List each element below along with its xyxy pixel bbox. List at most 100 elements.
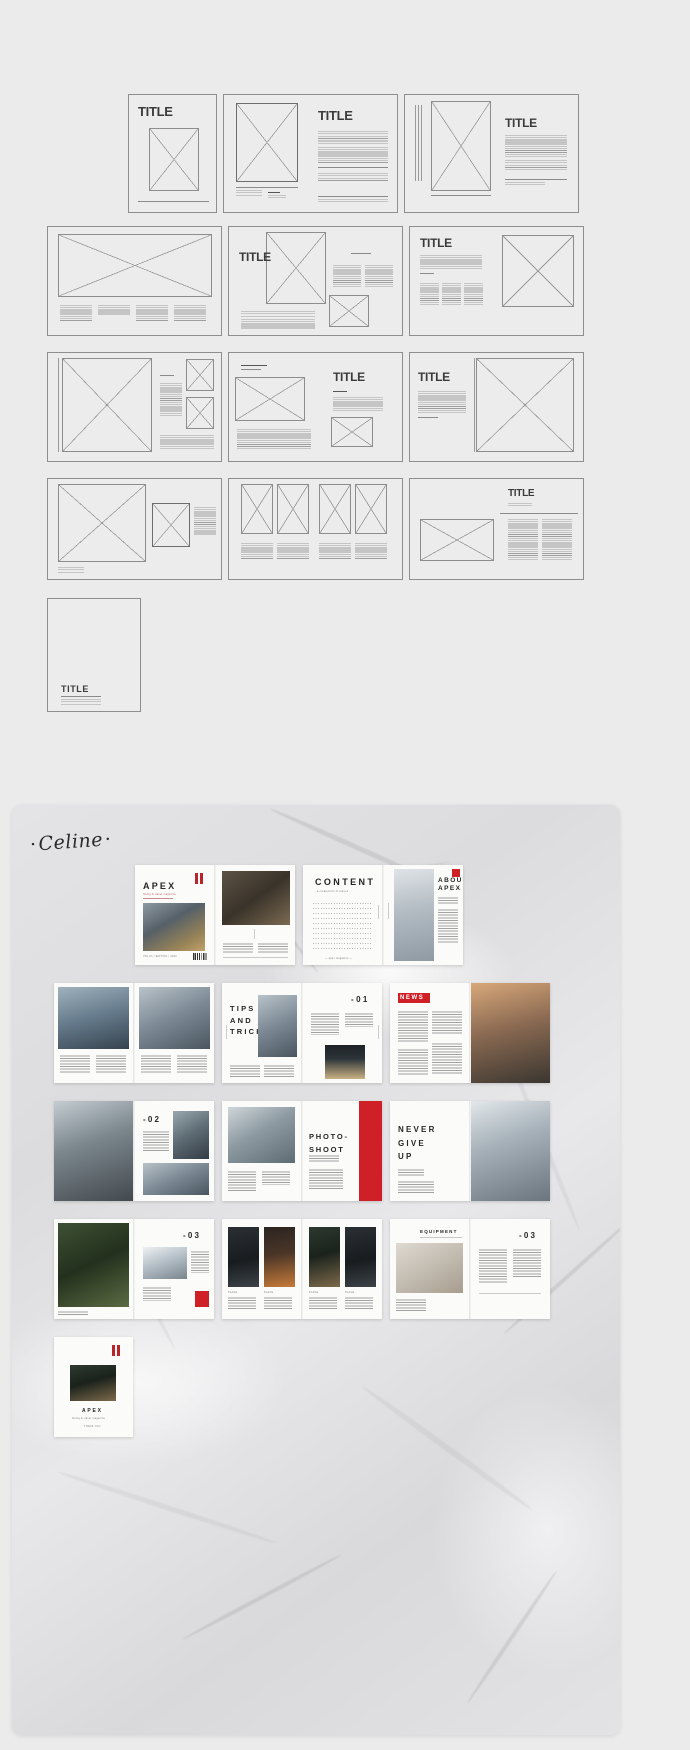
wireframe-grid-section: TITLE TITLE TITLE TITLE TITLE TITLE TITL… (0, 0, 690, 790)
image-placeholder (62, 358, 152, 452)
toc-item[interactable] (313, 923, 373, 924)
red-mark (195, 873, 198, 884)
wireframe-title-6: TITLE (420, 236, 452, 250)
red-mark (117, 1345, 120, 1356)
tips-number: -01 (351, 995, 370, 1004)
red-mark (200, 873, 203, 884)
toc-item[interactable] (313, 918, 373, 919)
back-cover-headline: APEX (82, 1408, 103, 1414)
image-placeholder (420, 519, 494, 561)
wireframe-title-2: TITLE (318, 108, 353, 123)
wireframe-card-2[interactable]: TITLE (223, 94, 398, 213)
wireframe-card-9[interactable]: TITLE (409, 352, 584, 462)
back-cover-image (70, 1365, 116, 1401)
spread-row-1: APEX hiking & travel magazine VOL 01 / E… (135, 865, 471, 965)
cover-spread[interactable]: APEX hiking & travel magazine VOL 01 / E… (135, 865, 295, 965)
toc-item[interactable] (313, 913, 373, 914)
river-image (228, 1107, 295, 1163)
content-spread[interactable]: CONTENT a curated list of stories — apex… (303, 865, 463, 965)
wireframe-card-1[interactable]: TITLE (128, 94, 217, 213)
image-placeholder (319, 484, 351, 534)
marble-vein (465, 1569, 559, 1705)
content-subtitle: a curated list of stories (317, 890, 349, 893)
table-of-contents-page[interactable]: CONTENT a curated list of stories — apex… (303, 865, 382, 965)
wireframe-card-7[interactable] (47, 352, 222, 462)
train-text-page[interactable]: -02 (135, 1101, 214, 1201)
gallery-spread[interactable]: PLACE PLACE PLACE PLACE (222, 1219, 382, 1319)
wireframe-row-2: TITLE TITLE (47, 226, 584, 336)
toc-item[interactable] (313, 933, 373, 934)
toc-item[interactable] (313, 948, 373, 949)
never-give-up-page[interactable]: NEVER GIVE UP (390, 1101, 469, 1201)
gallery-right-page[interactable]: PLACE PLACE (303, 1219, 382, 1319)
toc-item[interactable] (313, 903, 373, 904)
wireframe-card-5[interactable]: TITLE (228, 226, 403, 336)
woods-photo-page[interactable] (54, 1219, 133, 1319)
equipment-text-page[interactable]: -03 (471, 1219, 550, 1319)
wireframe-card-6[interactable]: TITLE (409, 226, 584, 336)
toc-item[interactable] (313, 943, 373, 944)
image-placeholder (236, 103, 298, 182)
equipment-spread[interactable]: EQUIPMENT -03 (390, 1219, 550, 1319)
wireframe-row-3: TITLE TITLE (47, 352, 584, 462)
sunset-image (471, 983, 550, 1083)
gallery-image (264, 1227, 295, 1287)
river-photo-page[interactable] (222, 1101, 301, 1201)
never-give-up-headline: NEVER GIVE UP (398, 1125, 437, 1162)
back-cover-subtitle: hiking & travel magazine (72, 1417, 106, 1420)
tips-cover-page[interactable]: TIPS AND TRICK (222, 983, 301, 1083)
wireframe-card-4[interactable] (47, 226, 222, 336)
cover-subtitle: hiking & travel magazine (143, 893, 177, 896)
photoshoot-spread[interactable]: PHOTO- SHOOT (222, 1101, 382, 1201)
image-placeholder (241, 484, 273, 534)
lake-photo-page[interactable] (54, 983, 133, 1083)
marble-mockup-section: Celine APEX hiking & travel magazine VOL… (0, 790, 690, 1750)
image-placeholder (277, 484, 309, 534)
news-spread[interactable]: NEWS (390, 983, 550, 1083)
lake-text-page[interactable] (135, 983, 214, 1083)
toc-item[interactable] (313, 928, 373, 929)
tips-spread[interactable]: TIPS AND TRICK -01 (222, 983, 382, 1083)
wireframe-title-12: TITLE (508, 488, 535, 499)
never-give-up-spread[interactable]: NEVER GIVE UP (390, 1101, 550, 1201)
intro-image (222, 871, 290, 925)
gallery-image (345, 1227, 376, 1287)
wireframe-card-12[interactable]: TITLE (409, 478, 584, 580)
red-square (195, 1291, 209, 1307)
photoshoot-title-page[interactable]: PHOTO- SHOOT (303, 1101, 382, 1201)
lake-spread[interactable] (54, 983, 214, 1083)
wireframe-card-3[interactable]: TITLE (404, 94, 579, 213)
woods-spread[interactable]: -03 (54, 1219, 214, 1319)
about-image (394, 869, 434, 961)
train-spread[interactable]: -02 (54, 1101, 214, 1201)
intro-photo-page[interactable] (216, 865, 295, 965)
wireframe-card-10[interactable] (47, 478, 222, 580)
image-placeholder (355, 484, 387, 534)
gallery-image (309, 1227, 340, 1287)
climber-photo-page[interactable] (471, 1101, 550, 1201)
about-page[interactable]: ABOUT APEX (384, 865, 463, 965)
gallery-left-page[interactable]: PLACE PLACE (222, 1219, 301, 1319)
cover-page[interactable]: APEX hiking & travel magazine VOL 01 / E… (135, 865, 214, 965)
news-photo-page[interactable] (471, 983, 550, 1083)
toc-item[interactable] (313, 938, 373, 939)
equipment-photo-page[interactable]: EQUIPMENT (390, 1219, 469, 1319)
woods-text-page[interactable]: -03 (135, 1219, 214, 1319)
wireframe-card-8[interactable]: TITLE (228, 352, 403, 462)
image-placeholder (476, 358, 574, 452)
wireframe-card-11[interactable] (228, 478, 403, 580)
wireframe-card-13[interactable]: TITLE (47, 598, 141, 712)
spread-row-2: TIPS AND TRICK -01 NEWS (54, 983, 550, 1083)
toc-item[interactable] (313, 908, 373, 909)
tips-article-page[interactable]: -01 (303, 983, 382, 1083)
lake-image (58, 987, 129, 1049)
back-cover-page[interactable]: APEX hiking & travel magazine THANK YOU (54, 1337, 133, 1437)
train-photo-page[interactable] (54, 1101, 133, 1201)
news-page[interactable]: NEWS (390, 983, 469, 1083)
celine-brand-logo: Celine (29, 828, 112, 856)
spread-row-5: APEX hiking & travel magazine THANK YOU (54, 1337, 133, 1437)
back-cover-spread[interactable]: APEX hiking & travel magazine THANK YOU (54, 1337, 133, 1437)
image-placeholder (235, 377, 305, 421)
photoshoot-headline: PHOTO- SHOOT (309, 1132, 349, 1154)
wireframe-title-9: TITLE (418, 370, 450, 384)
